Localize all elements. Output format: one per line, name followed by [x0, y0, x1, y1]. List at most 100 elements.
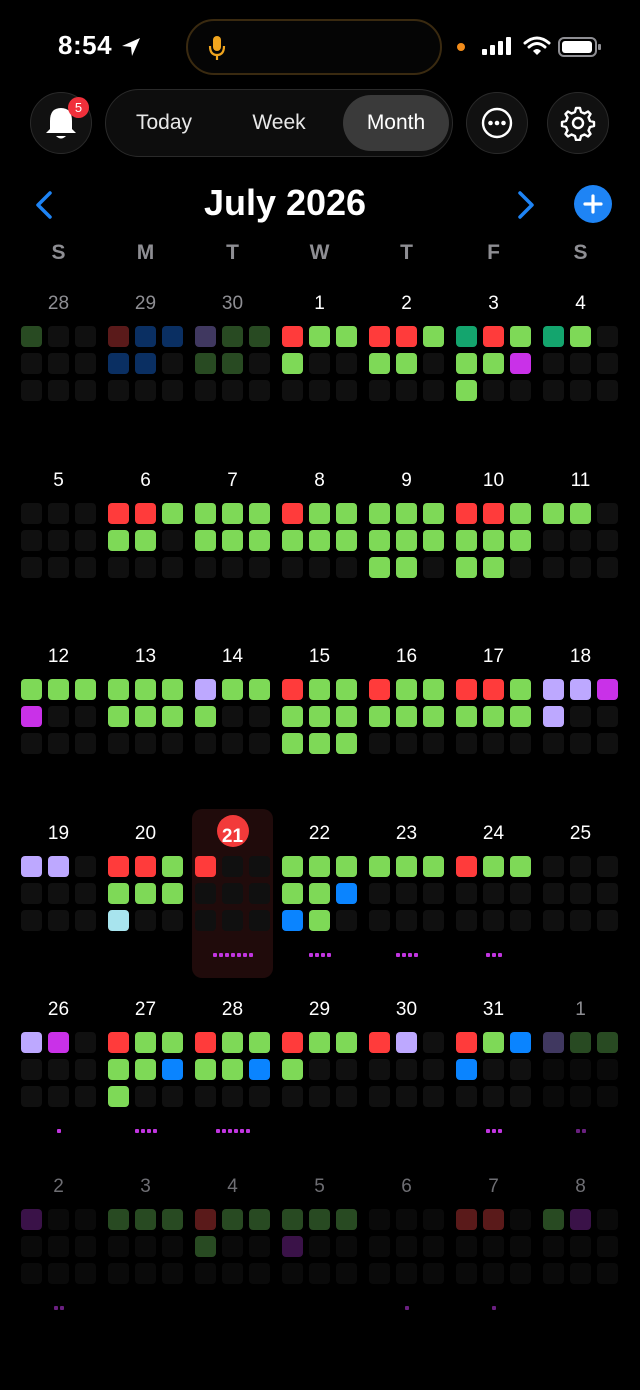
day-cell[interactable]: 9: [363, 462, 450, 638]
day-cell[interactable]: 4: [537, 285, 624, 461]
event-block: [195, 380, 216, 401]
settings-button[interactable]: [547, 92, 609, 154]
day-cell[interactable]: 27: [102, 991, 189, 1167]
tab-today[interactable]: Today: [110, 90, 218, 156]
weekday-label: S: [573, 241, 588, 264]
event-block: [309, 706, 330, 727]
event-block: [282, 557, 303, 578]
day-cell[interactable]: 6: [363, 1168, 450, 1344]
day-cell[interactable]: 28: [15, 285, 102, 461]
day-cell[interactable]: 13: [102, 638, 189, 814]
event-block: [48, 883, 69, 904]
event-block: [543, 557, 564, 578]
day-cell-today[interactable]: 21: [189, 815, 276, 991]
day-cell[interactable]: 5: [276, 1168, 363, 1344]
day-cell[interactable]: 28: [189, 991, 276, 1167]
day-number: 15: [308, 646, 331, 667]
day-cell[interactable]: 11: [537, 462, 624, 638]
day-cell[interactable]: 8: [537, 1168, 624, 1344]
day-cell[interactable]: 5: [15, 462, 102, 638]
day-cell[interactable]: 3: [102, 1168, 189, 1344]
event-block: [570, 883, 591, 904]
day-cell[interactable]: 29: [102, 285, 189, 461]
day-cell[interactable]: 2: [363, 285, 450, 461]
day-cell[interactable]: 1: [276, 285, 363, 461]
day-cell[interactable]: 19: [15, 815, 102, 991]
event-block: [369, 503, 390, 524]
event-block: [396, 326, 417, 347]
event-block: [510, 883, 531, 904]
tab-month[interactable]: Month: [343, 95, 449, 151]
event-block: [369, 679, 390, 700]
event-block: [108, 1032, 129, 1053]
day-number: 29: [308, 999, 331, 1020]
more-options-button[interactable]: [466, 92, 528, 154]
event-block: [48, 1263, 69, 1284]
event-block: [195, 326, 216, 347]
day-cell[interactable]: 16: [363, 638, 450, 814]
event-block: [162, 530, 183, 551]
event-block: [195, 503, 216, 524]
event-block: [48, 557, 69, 578]
event-block: [510, 910, 531, 931]
event-block: [282, 1263, 303, 1284]
event-block: [309, 1032, 330, 1053]
day-cell[interactable]: 30: [363, 991, 450, 1167]
event-block: [48, 1086, 69, 1107]
day-cell[interactable]: 12: [15, 638, 102, 814]
day-cell[interactable]: 18: [537, 638, 624, 814]
day-cell[interactable]: 31: [450, 991, 537, 1167]
event-block: [249, 679, 270, 700]
day-cell[interactable]: 7: [450, 1168, 537, 1344]
day-cell[interactable]: 8: [276, 462, 363, 638]
day-cell[interactable]: 10: [450, 462, 537, 638]
event-block: [222, 1209, 243, 1230]
event-dots: [15, 1129, 102, 1135]
day-number: 5: [53, 470, 64, 491]
event-block: [222, 557, 243, 578]
previous-month-chevron-icon[interactable]: [30, 190, 58, 220]
notifications-button[interactable]: 5: [30, 92, 92, 154]
event-dot: [485, 953, 490, 957]
event-dots: [189, 1129, 276, 1135]
day-cell[interactable]: 7: [189, 462, 276, 638]
event-block: [570, 706, 591, 727]
event-block: [369, 733, 390, 754]
day-cell[interactable]: 15: [276, 638, 363, 814]
tab-week[interactable]: Week: [224, 90, 334, 156]
day-cell[interactable]: 29: [276, 991, 363, 1167]
event-block: [162, 1209, 183, 1230]
day-cell[interactable]: 25: [537, 815, 624, 991]
event-block: [249, 1263, 270, 1284]
day-cell[interactable]: 6: [102, 462, 189, 638]
day-cell[interactable]: 20: [102, 815, 189, 991]
add-event-button[interactable]: [574, 185, 612, 223]
event-block: [21, 856, 42, 877]
event-block: [282, 353, 303, 374]
day-cell[interactable]: 22: [276, 815, 363, 991]
event-block: [249, 380, 270, 401]
next-month-chevron-icon[interactable]: [512, 190, 540, 220]
event-block: [423, 1032, 444, 1053]
day-number: 8: [314, 470, 325, 491]
day-cell[interactable]: 26: [15, 991, 102, 1167]
dynamic-island[interactable]: [186, 19, 442, 75]
day-cell[interactable]: 23: [363, 815, 450, 991]
day-cell[interactable]: 1: [537, 991, 624, 1167]
day-cell[interactable]: 24: [450, 815, 537, 991]
day-cell[interactable]: 3: [450, 285, 537, 461]
event-block: [597, 503, 618, 524]
day-number: 17: [482, 646, 505, 667]
day-cell[interactable]: 14: [189, 638, 276, 814]
event-block: [21, 733, 42, 754]
day-cell[interactable]: 4: [189, 1168, 276, 1344]
day-cell[interactable]: 2: [15, 1168, 102, 1344]
event-block: [195, 353, 216, 374]
day-number: 14: [221, 646, 244, 667]
event-block: [597, 1236, 618, 1257]
event-block: [483, 1032, 504, 1053]
event-block: [48, 679, 69, 700]
event-block: [543, 1032, 564, 1053]
day-cell[interactable]: 30: [189, 285, 276, 461]
day-cell[interactable]: 17: [450, 638, 537, 814]
